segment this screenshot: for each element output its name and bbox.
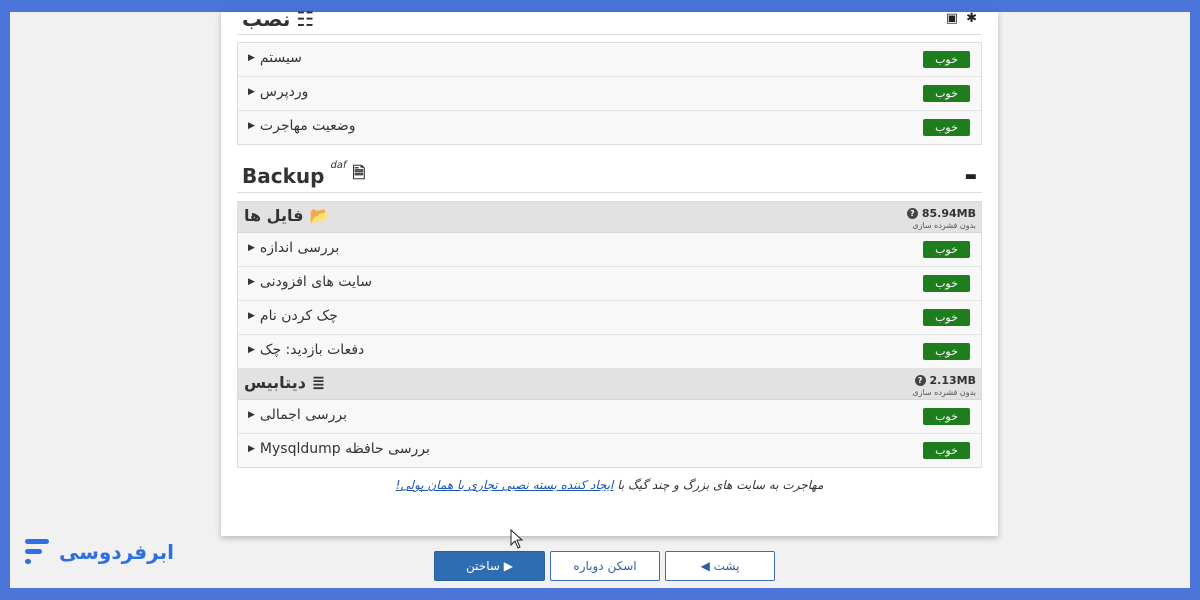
files-subheader: فایل ها 📂 ? 85.94MB بدون فشرده سازی	[238, 202, 981, 233]
row-label-text: سیستم	[259, 50, 302, 66]
files-row-addon-sites[interactable]: ▶ سایت های افزودنی خوب	[238, 267, 981, 301]
backup-group: فایل ها 📂 ? 85.94MB بدون فشرده سازی ▶ بر…	[237, 201, 982, 468]
database-subheader: دیتابیس ≣ ? 2.13MB بدون فشرده سازی	[238, 369, 981, 400]
caret-right-icon: ▶	[248, 121, 255, 131]
row-label: ▶ چک کردن نام	[248, 308, 338, 324]
mouse-cursor-icon	[510, 529, 524, 549]
row-label-text: چک کردن نام	[259, 308, 338, 324]
backup-section-header: Backup daf 🗎 ▬	[237, 160, 982, 193]
caret-right-icon: ▶	[248, 87, 255, 97]
status-badge: خوب	[923, 51, 970, 68]
folder-open-icon: 📂	[309, 206, 330, 225]
row-label-text: بررسی اجمالی	[259, 407, 347, 423]
build-button[interactable]: ساختن ▶	[434, 551, 545, 581]
files-row-name-check[interactable]: ▶ چک کردن نام خوب	[238, 301, 981, 335]
row-label: ▶ بررسی اندازه	[248, 240, 339, 256]
row-label-text: بررسی اندازه	[259, 240, 340, 256]
database-size-value-wrap: ? 2.13MB	[912, 374, 976, 387]
row-label-text: بررسی حافظه Mysqldump	[259, 441, 430, 457]
install-section-header: نصب ☷ ▣ ✱	[237, 4, 982, 35]
caret-right-icon: ▶	[248, 53, 255, 63]
install-title: نصب ☷	[242, 7, 314, 31]
row-label: ▶ سایت های افزودنی	[248, 274, 372, 290]
status-badge: خوب	[923, 309, 970, 326]
files-row-visits-check[interactable]: ▶ دفعات بازدید: چک خوب	[238, 335, 981, 369]
chip-icon: ✱	[966, 11, 977, 26]
brand-logo: ابرفردوسی	[25, 537, 174, 567]
row-label: ▶ سیستم	[248, 50, 302, 66]
row-label: ▶ وضعیت مهاجرت	[248, 118, 356, 134]
row-label-text: سایت های افزودنی	[259, 274, 372, 290]
installer-panel: نصب ☷ ▣ ✱ ▶ سیستم خوب ▶ وردپرس خوب ▶ وضع…	[221, 7, 998, 536]
database-size: ? 2.13MB بدون فشرده سازی	[912, 374, 976, 397]
file-archive-icon: 🗎	[352, 163, 366, 182]
row-label-text: وضعیت مهاجرت	[259, 118, 356, 134]
files-row-size-check[interactable]: ▶ بررسی اندازه خوب	[238, 233, 981, 267]
files-title: فایل ها 📂	[244, 206, 329, 225]
install-row-wordpress[interactable]: ▶ وردپرس خوب	[238, 77, 981, 111]
backup-title-text: Backup	[242, 163, 325, 188]
status-badge: خوب	[923, 119, 970, 136]
status-badge: خوب	[923, 275, 970, 292]
database-title: دیتابیس ≣	[244, 373, 325, 392]
archive-box-icon: ▬	[964, 169, 977, 184]
brand-name: ابرفردوسی	[59, 540, 174, 564]
database-size-note: بدون فشرده سازی	[912, 388, 976, 397]
database-row-overview[interactable]: ▶ بررسی اجمالی خوب	[238, 400, 981, 434]
files-size-value-wrap: ? 85.94MB	[906, 207, 976, 220]
row-label-text: دفعات بازدید: چک	[259, 342, 365, 358]
database-icon: ≣	[311, 373, 326, 392]
database-size-value: 2.13MB	[929, 374, 976, 387]
back-button[interactable]: ◀ پشت	[665, 551, 775, 581]
caret-right-icon: ▶	[248, 311, 255, 321]
row-label: ▶ دفعات بازدید: چک	[248, 342, 364, 358]
rescan-button[interactable]: اسکن دوباره	[550, 551, 660, 581]
install-row-migration-status[interactable]: ▶ وضعیت مهاجرت خوب	[238, 111, 981, 144]
caret-right-icon: ▶	[248, 410, 255, 420]
status-badge: خوب	[923, 85, 970, 102]
caret-right-icon: ▶	[248, 444, 255, 454]
footnote-link[interactable]: ایجاد کننده بسته نصبی تجاری با همان پولی…	[396, 478, 614, 492]
backup-title: Backup daf 🗎	[242, 160, 366, 189]
files-size-note: بدون فشرده سازی	[912, 221, 976, 230]
files-size: ? 85.94MB بدون فشرده سازی	[906, 207, 976, 230]
backup-title-sup: daf	[330, 160, 347, 171]
status-badge: خوب	[923, 343, 970, 360]
caret-right-icon: ▶	[248, 277, 255, 287]
row-label: ▶ بررسی حافظه Mysqldump	[248, 441, 430, 457]
files-size-value: 85.94MB	[921, 207, 976, 220]
status-badge: خوب	[923, 442, 970, 459]
row-label-text: وردپرس	[259, 84, 309, 100]
database-title-text: دیتابیس	[244, 373, 306, 392]
backup-head-icons: ▬	[965, 169, 977, 184]
install-title-text: نصب	[242, 7, 291, 31]
screen: نصب ☷ ▣ ✱ ▶ سیستم خوب ▶ وردپرس خوب ▶ وضع…	[10, 7, 1190, 588]
brand-logo-mark-icon	[25, 537, 51, 567]
database-row-mysqldump[interactable]: ▶ بررسی حافظه Mysqldump خوب	[238, 434, 981, 467]
question-circle-icon[interactable]: ?	[906, 208, 918, 219]
question-circle-icon[interactable]: ?	[914, 375, 926, 386]
install-head-icons: ▣ ✱	[946, 11, 977, 26]
checklist-icon: ☷	[296, 7, 315, 31]
footnote-text: مهاجرت به سایت های بزرگ و چند گیگ با	[617, 478, 824, 492]
install-row-system[interactable]: ▶ سیستم خوب	[238, 43, 981, 77]
files-title-text: فایل ها	[244, 206, 304, 225]
row-label: ▶ وردپرس	[248, 84, 308, 100]
caret-right-icon: ▶	[248, 345, 255, 355]
install-group: ▶ سیستم خوب ▶ وردپرس خوب ▶ وضعیت مهاجرت …	[237, 42, 982, 145]
status-badge: خوب	[923, 241, 970, 258]
caret-right-icon: ▶	[248, 243, 255, 253]
file-code-icon: ▣	[945, 11, 959, 26]
row-label: ▶ بررسی اجمالی	[248, 407, 347, 423]
footnote: مهاجرت به سایت های بزرگ و چند گیگ با ایج…	[221, 478, 998, 492]
status-badge: خوب	[923, 408, 970, 425]
